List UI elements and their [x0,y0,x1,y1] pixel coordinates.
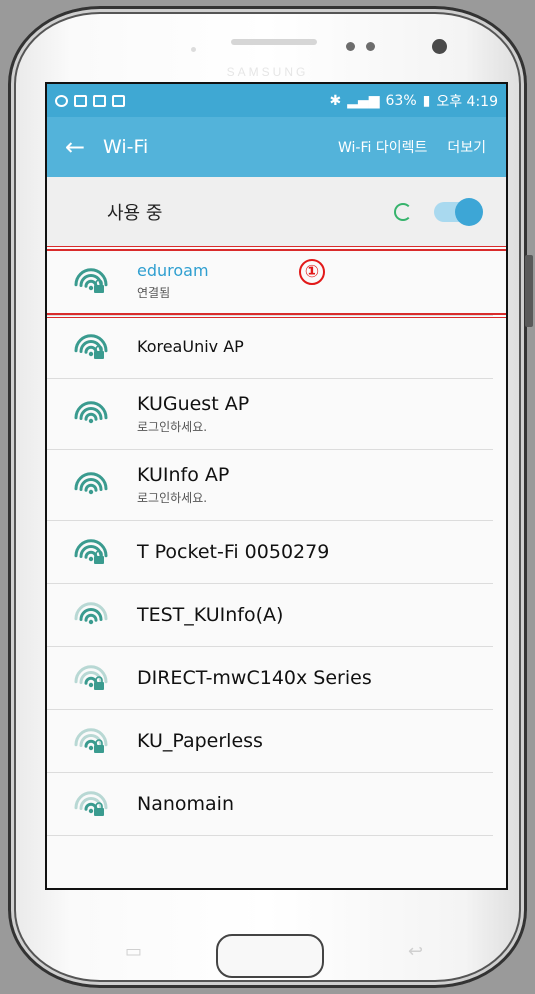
recent-apps-button[interactable]: ▭ [125,941,142,962]
wifi-lock-icon [74,662,109,694]
phone-screen: ✱ ▂▄▆ 63% ▮ 오후 4:19 ← Wi-Fi Wi-Fi 다이렉트 더… [45,82,508,890]
app-bar: ← Wi-Fi Wi-Fi 다이렉트 더보기 [47,117,506,177]
network-text: DIRECT-mwC140x Series [137,667,493,690]
network-text: eduroam 연결됨 [137,261,493,300]
network-text: TEST_KUInfo(A) [137,604,493,627]
network-name: KUInfo AP [137,463,230,486]
network-name: T Pocket-Fi 0050279 [137,540,330,563]
power-button[interactable] [525,255,533,327]
wifi-lock-icon [74,788,109,820]
system-icons: ✱ ▂▄▆ 63% ▮ 오후 4:19 [329,91,498,111]
front-camera [432,39,447,54]
network-item[interactable]: KUInfo AP 로그인하세요. [47,450,493,521]
wifi-direct-button[interactable]: Wi-Fi 다이렉트 [338,137,427,157]
notification-icon [112,94,125,107]
network-text: KoreaUniv AP [137,337,493,356]
wifi-switch[interactable] [434,198,483,226]
notification-icon [93,94,106,107]
wifi-icon [74,599,109,631]
wifi-icon [74,398,109,430]
network-text: T Pocket-Fi 0050279 [137,541,493,564]
network-item[interactable]: KUGuest AP 로그인하세요. [47,379,493,450]
back-arrow-icon[interactable]: ← [65,133,95,161]
battery-icon: ▮ [422,92,431,109]
sensor-dot [366,42,375,51]
wifi-lock-icon [74,331,109,363]
network-item[interactable]: Nanomain [47,773,493,836]
network-name: Nanomain [137,792,234,815]
network-item[interactable]: TEST_KUInfo(A) [47,584,493,647]
network-item[interactable]: KoreaUniv AP [47,316,493,379]
signal-icon: ▂▄▆ [347,92,380,109]
network-text: KUInfo AP 로그인하세요. [137,464,493,507]
battery-percent: 63% [385,92,417,109]
wifi-icon [74,469,109,501]
network-name: TEST_KUInfo(A) [137,603,284,626]
wifi-lock-icon [74,725,109,757]
earpiece-speaker [231,39,317,45]
notification-icon [74,94,87,107]
scanning-spinner-icon [394,203,412,221]
network-text: Nanomain [137,793,493,816]
wifi-lock-icon [74,265,109,297]
sensor-dot [191,47,196,52]
sensor-dot [346,42,355,51]
home-button[interactable] [216,934,324,978]
status-bar: ✱ ▂▄▆ 63% ▮ 오후 4:19 [47,84,506,117]
network-status: 연결됨 [137,285,171,300]
more-button[interactable]: 더보기 [447,137,486,157]
network-status: 로그인하세요. [137,491,208,506]
network-name: eduroam [137,261,209,281]
network-item[interactable]: KU_Paperless [47,710,493,773]
bluetooth-icon: ✱ [329,92,342,109]
wifi-status-label: 사용 중 [107,203,163,224]
network-name: KU_Paperless [137,729,263,752]
notification-icon [55,94,68,107]
switch-knob [455,198,483,226]
network-text: KUGuest AP 로그인하세요. [137,393,493,436]
network-item[interactable]: T Pocket-Fi 0050279 [47,521,493,584]
page-title: Wi-Fi [103,136,149,158]
network-item[interactable]: eduroam 연결됨 ① [47,246,506,318]
network-status: 로그인하세요. [137,420,208,435]
notification-icons [55,94,125,107]
network-name: KoreaUniv AP [137,337,244,357]
network-item[interactable]: DIRECT-mwC140x Series [47,647,493,710]
network-text: KU_Paperless [137,730,493,753]
brand-logo: SAMSUNG [226,65,309,79]
clock: 오후 4:19 [436,93,498,110]
network-name: DIRECT-mwC140x Series [137,666,372,689]
wifi-lock-icon [74,536,109,568]
back-key-button[interactable]: ↩ [408,941,423,962]
wifi-toggle-row[interactable]: 사용 중 [47,177,506,248]
network-name: KUGuest AP [137,392,250,415]
network-list: eduroam 연결됨 ① KoreaUniv AP KUGuest AP 로그인하세요.… [47,246,506,888]
